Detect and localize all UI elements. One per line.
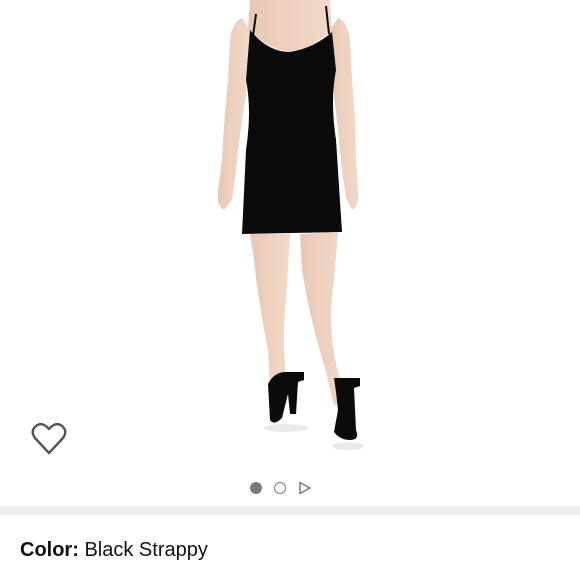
image-pager[interactable] [250,479,312,497]
pager-dot-2[interactable] [274,482,286,494]
heart-outline-icon[interactable] [31,422,67,456]
dress-shape [242,30,342,234]
product-image-gallery[interactable] [0,0,580,506]
play-triangle-icon[interactable] [298,481,312,495]
product-image[interactable] [150,0,430,470]
section-divider [0,506,580,515]
pager-dot-1[interactable] [250,482,262,494]
color-value: Black Strappy [84,539,208,561]
color-selection: Color: Black Strappy [20,539,208,565]
color-label: Color: [20,539,79,561]
